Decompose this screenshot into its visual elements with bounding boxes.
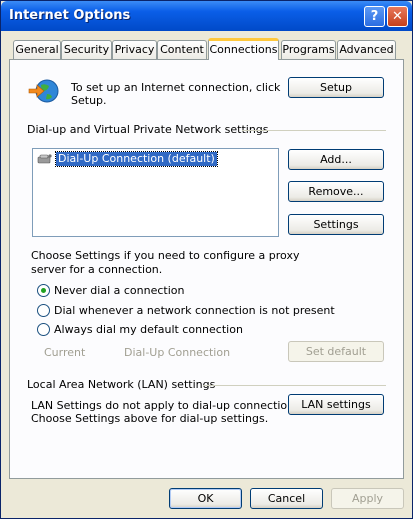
proxy-text-line1: Choose Settings if you need to configure… — [31, 249, 300, 262]
tab-general[interactable]: General — [13, 40, 61, 59]
radio-always-dial[interactable]: Always dial my default connection — [37, 323, 243, 336]
lan-settings-button[interactable]: LAN settings — [288, 394, 384, 415]
setup-text-line1: To set up an Internet connection, click — [71, 81, 281, 94]
tab-connections[interactable]: Connections — [208, 38, 279, 60]
settings-button[interactable]: Settings — [288, 214, 384, 235]
current-label: Current — [44, 346, 86, 359]
lan-group-divider — [203, 385, 386, 386]
radio-button[interactable] — [37, 304, 50, 317]
list-item-label: Dial-Up Connection (default) — [55, 151, 218, 167]
radio-button[interactable] — [37, 323, 50, 336]
list-item[interactable]: Dial-Up Connection (default) — [37, 151, 218, 167]
lan-text-line1: LAN Settings do not apply to dial-up con… — [31, 399, 304, 412]
lan-text-line2: Choose Settings above for dial-up settin… — [31, 412, 269, 425]
title-bar[interactable]: Internet Options ? ✕ — [1, 1, 412, 31]
proxy-text-line2: server for a connection. — [31, 263, 163, 276]
radio-dial-whenever[interactable]: Dial whenever a network connection is no… — [37, 304, 335, 317]
tab-security[interactable]: Security — [61, 40, 112, 59]
tab-content[interactable]: Content — [157, 40, 207, 59]
dialup-group-label: Dial-up and Virtual Private Network sett… — [27, 123, 269, 136]
radio-never-dial[interactable]: Never dial a connection — [37, 284, 184, 297]
cancel-button[interactable]: Cancel — [250, 488, 323, 509]
setup-button[interactable]: Setup — [288, 77, 384, 98]
internet-options-window: Internet Options ? ✕ General Security Pr… — [0, 0, 413, 519]
ok-button[interactable]: OK — [169, 488, 242, 509]
radio-label: Dial whenever a network connection is no… — [54, 304, 335, 317]
close-button[interactable]: ✕ — [387, 6, 408, 27]
tab-advanced[interactable]: Advanced — [337, 40, 396, 59]
current-connection-value: Dial-Up Connection — [124, 346, 231, 359]
connections-listbox[interactable]: Dial-Up Connection (default) — [32, 148, 279, 237]
internet-globe-icon — [28, 79, 59, 103]
dialup-group-divider — [242, 130, 386, 131]
help-button[interactable]: ? — [364, 6, 385, 27]
radio-label: Always dial my default connection — [54, 323, 243, 336]
apply-button[interactable]: Apply — [331, 488, 404, 509]
connections-panel: To set up an Internet connection, click … — [9, 59, 404, 479]
radio-label: Never dial a connection — [54, 284, 185, 297]
radio-button[interactable] — [37, 284, 50, 297]
dialup-connection-icon — [37, 154, 52, 164]
add-button[interactable]: Add... — [288, 149, 384, 170]
remove-button[interactable]: Remove... — [288, 181, 384, 202]
lan-group-label: Local Area Network (LAN) settings — [27, 378, 216, 391]
window-title: Internet Options — [9, 8, 131, 23]
tab-programs[interactable]: Programs — [281, 40, 336, 59]
set-default-button[interactable]: Set default — [288, 341, 384, 362]
tab-privacy[interactable]: Privacy — [112, 40, 157, 59]
setup-text-line2: Setup. — [71, 94, 107, 107]
